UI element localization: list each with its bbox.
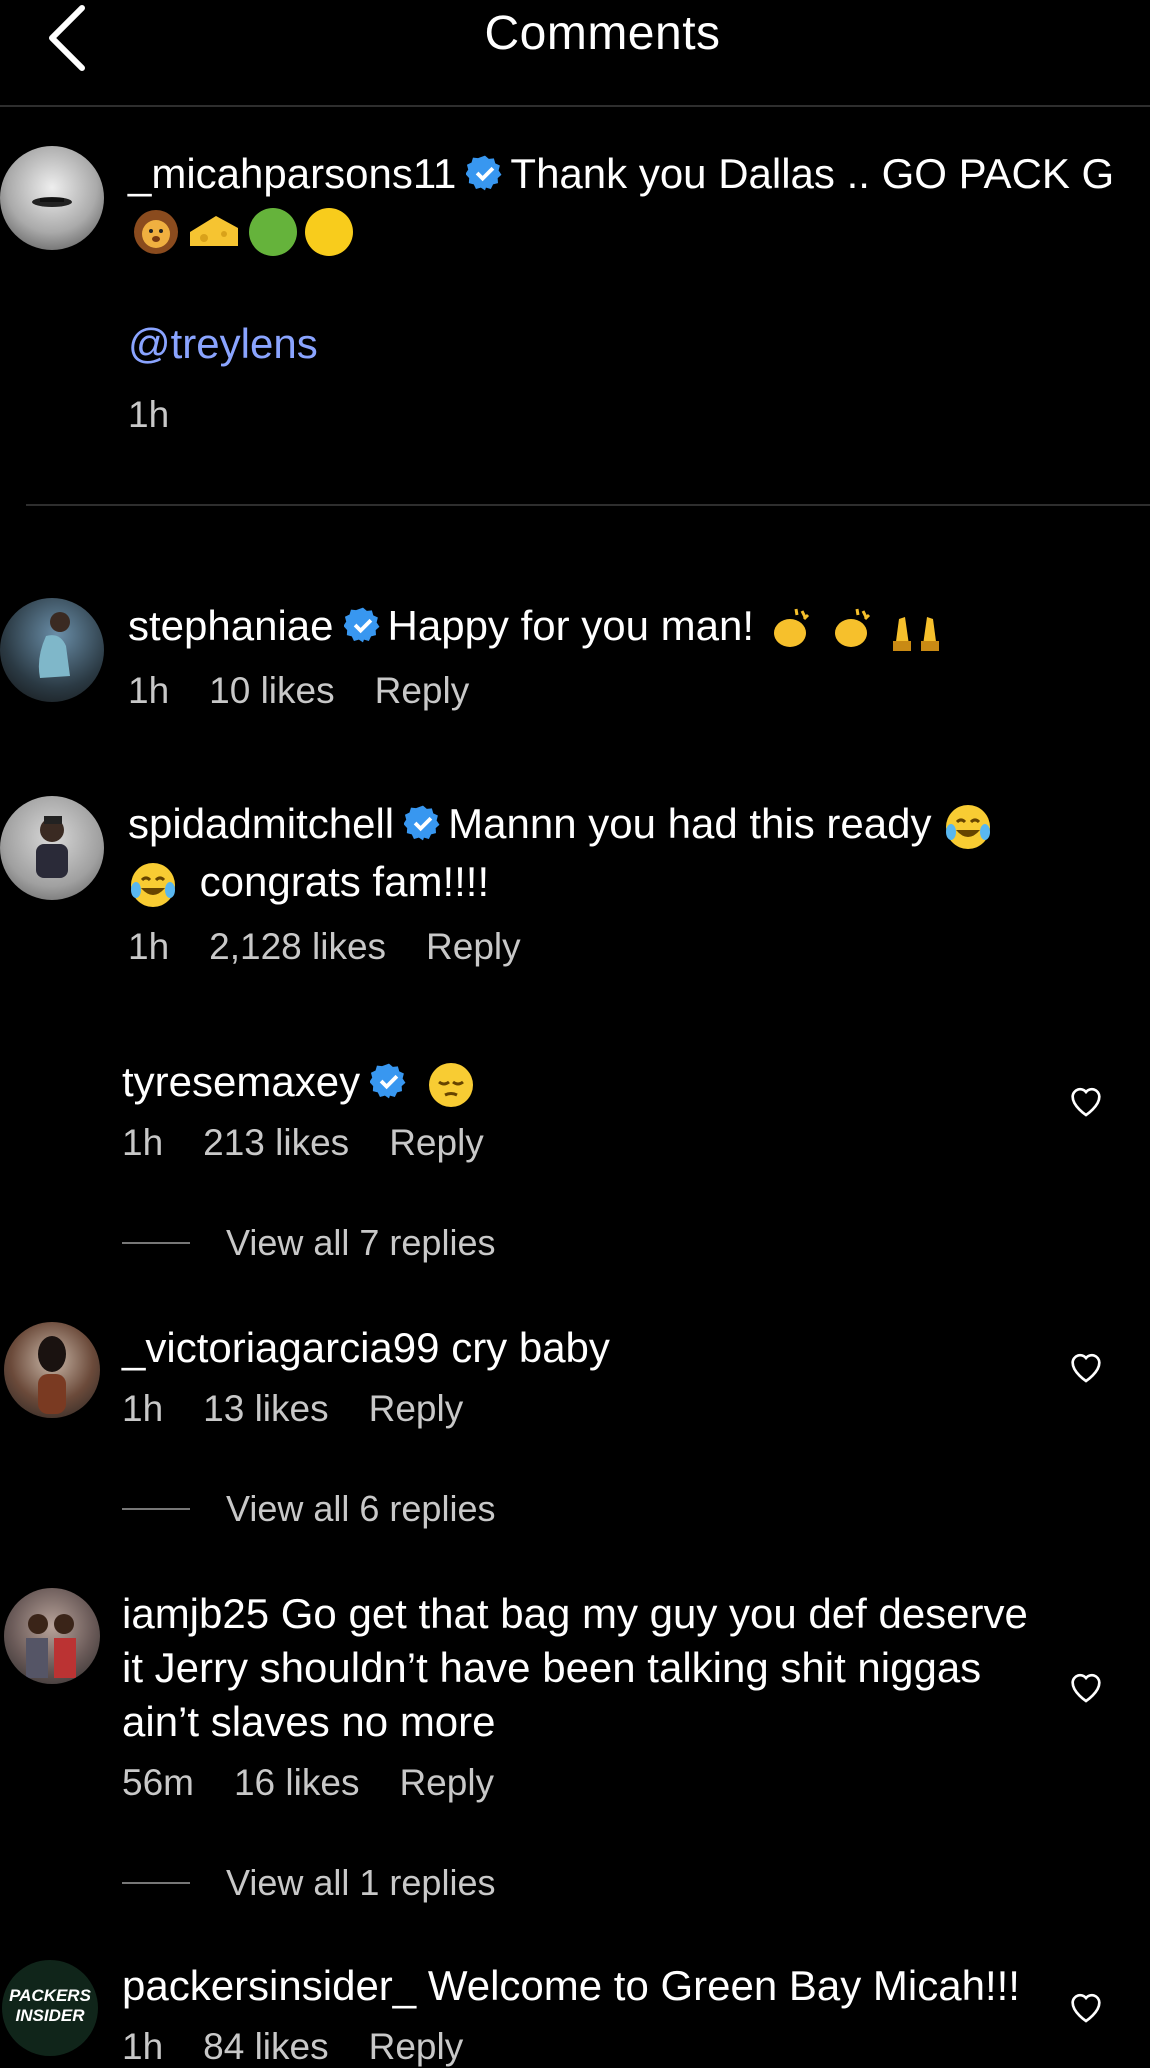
reply-button[interactable]: Reply xyxy=(369,1388,464,1429)
comment-likes[interactable]: 2,128 likes xyxy=(209,926,386,967)
reply-button[interactable]: Reply xyxy=(369,2026,464,2067)
comment: _victoriagarcia99 cry baby xyxy=(122,1320,610,1376)
comment-time: 56m xyxy=(122,1762,194,1803)
avatar[interactable] xyxy=(4,1588,100,1684)
comment-time: 1h xyxy=(128,670,170,711)
raising-hands-emoji xyxy=(893,616,940,651)
view-replies-button[interactable]: View all 1 replies xyxy=(122,1862,495,1904)
post-author-avatar[interactable] xyxy=(0,146,104,250)
comment: tyresemaxey xyxy=(122,1054,476,1114)
avatar[interactable] xyxy=(0,796,104,900)
like-heart-icon[interactable] xyxy=(1066,1080,1106,1120)
reply-button[interactable]: Reply xyxy=(389,1122,484,1163)
comment-username[interactable]: iamjb25 xyxy=(122,1590,269,1637)
avatar[interactable] xyxy=(0,598,104,702)
comment: stephaniae Happy for you man! xyxy=(128,598,943,658)
view-replies-button[interactable]: View all 7 replies xyxy=(122,1222,495,1264)
header-divider xyxy=(0,105,1150,107)
comment-likes[interactable]: 10 likes xyxy=(209,670,334,711)
avatar-logo-text-bottom: INSIDER xyxy=(15,2006,85,2025)
comment: packersinsider_ Welcome to Green Bay Mic… xyxy=(122,1958,1020,2014)
view-replies-label: View all 1 replies xyxy=(226,1862,496,1903)
comment-text: ain’t slaves no more xyxy=(122,1698,496,1745)
comment-text: congrats fam!!!! xyxy=(199,858,490,905)
pensive-face-emoji xyxy=(428,1062,473,1107)
comment-username[interactable]: _victoriagarcia99 xyxy=(122,1324,440,1371)
cheese-emoji xyxy=(190,216,239,246)
comment-time: 1h xyxy=(128,926,170,967)
view-replies-label: View all 6 replies xyxy=(226,1488,496,1529)
view-replies-label: View all 7 replies xyxy=(226,1222,496,1263)
comment: spidadmitchell Mannn you had this ready xyxy=(128,796,993,856)
replies-dash xyxy=(122,1242,190,1244)
view-replies-button[interactable]: View all 6 replies xyxy=(122,1488,495,1530)
comment-text: Welcome to Green Bay Micah!!! xyxy=(427,1962,1020,2009)
comment-text: Go get that bag my guy you def deserve xyxy=(280,1590,1028,1637)
green-circle-emoji xyxy=(248,208,297,256)
comment: iamjb25 Go get that bag my guy you def d… xyxy=(122,1586,1028,1642)
reply-button[interactable]: Reply xyxy=(375,670,470,711)
verified-badge-icon xyxy=(342,602,382,658)
post-mention-link[interactable]: @treylens xyxy=(128,320,318,368)
post-time: 1h xyxy=(128,394,170,435)
avatar[interactable] xyxy=(4,1322,100,1418)
comment-time: 1h xyxy=(122,1122,164,1163)
comment-text: Happy for you man! xyxy=(387,602,755,649)
page-title: Comments xyxy=(484,7,721,60)
clapping-hands-emoji xyxy=(773,608,809,647)
comment-username[interactable]: spidadmitchell xyxy=(128,800,394,847)
post-caption: Thank you Dallas .. GO PACK G xyxy=(510,150,1115,197)
comment-username[interactable]: stephaniae xyxy=(128,602,334,649)
lion-emoji xyxy=(134,210,178,254)
comment-time: 1h xyxy=(122,1388,164,1429)
like-heart-icon[interactable] xyxy=(1066,1986,1106,2026)
tears-of-joy-emoji xyxy=(131,862,175,907)
tears-of-joy-emoji xyxy=(946,804,991,849)
avatar[interactable]: PACKERS INSIDER xyxy=(2,1960,98,2056)
verified-badge-icon xyxy=(403,800,442,856)
comment-time: 1h xyxy=(122,2026,164,2067)
comment-likes[interactable]: 84 likes xyxy=(203,2026,328,2067)
reply-button[interactable]: Reply xyxy=(399,1762,494,1803)
verified-badge-icon xyxy=(465,150,504,206)
replies-dash xyxy=(122,1508,190,1510)
avatar-logo-text-top: PACKERS xyxy=(9,1986,91,2005)
like-heart-icon[interactable] xyxy=(1066,1346,1106,1386)
like-heart-icon[interactable] xyxy=(1066,1666,1106,1706)
comment-likes[interactable]: 13 likes xyxy=(203,1388,328,1429)
comment-username[interactable]: tyresemaxey xyxy=(122,1058,360,1105)
yellow-circle-emoji xyxy=(305,208,354,256)
comment-likes[interactable]: 16 likes xyxy=(234,1762,359,1803)
comment-text-line2: congrats fam!!!! xyxy=(128,854,489,910)
comment-text: Mannn you had this ready xyxy=(448,800,932,847)
post-username[interactable]: _micahparsons11 xyxy=(128,150,456,197)
comment-likes[interactable]: 213 likes xyxy=(203,1122,349,1163)
caption-divider xyxy=(26,504,1150,506)
replies-dash xyxy=(122,1882,190,1884)
reply-button[interactable]: Reply xyxy=(426,926,521,967)
comment-username[interactable]: packersinsider_ xyxy=(122,1962,416,2009)
clapping-hands-emoji xyxy=(835,608,871,647)
comment-text: it Jerry shouldn’t have been talking shi… xyxy=(122,1644,982,1691)
verified-badge-icon xyxy=(369,1058,408,1114)
comment-text: cry baby xyxy=(451,1324,610,1371)
post-emoji-line xyxy=(130,206,355,262)
